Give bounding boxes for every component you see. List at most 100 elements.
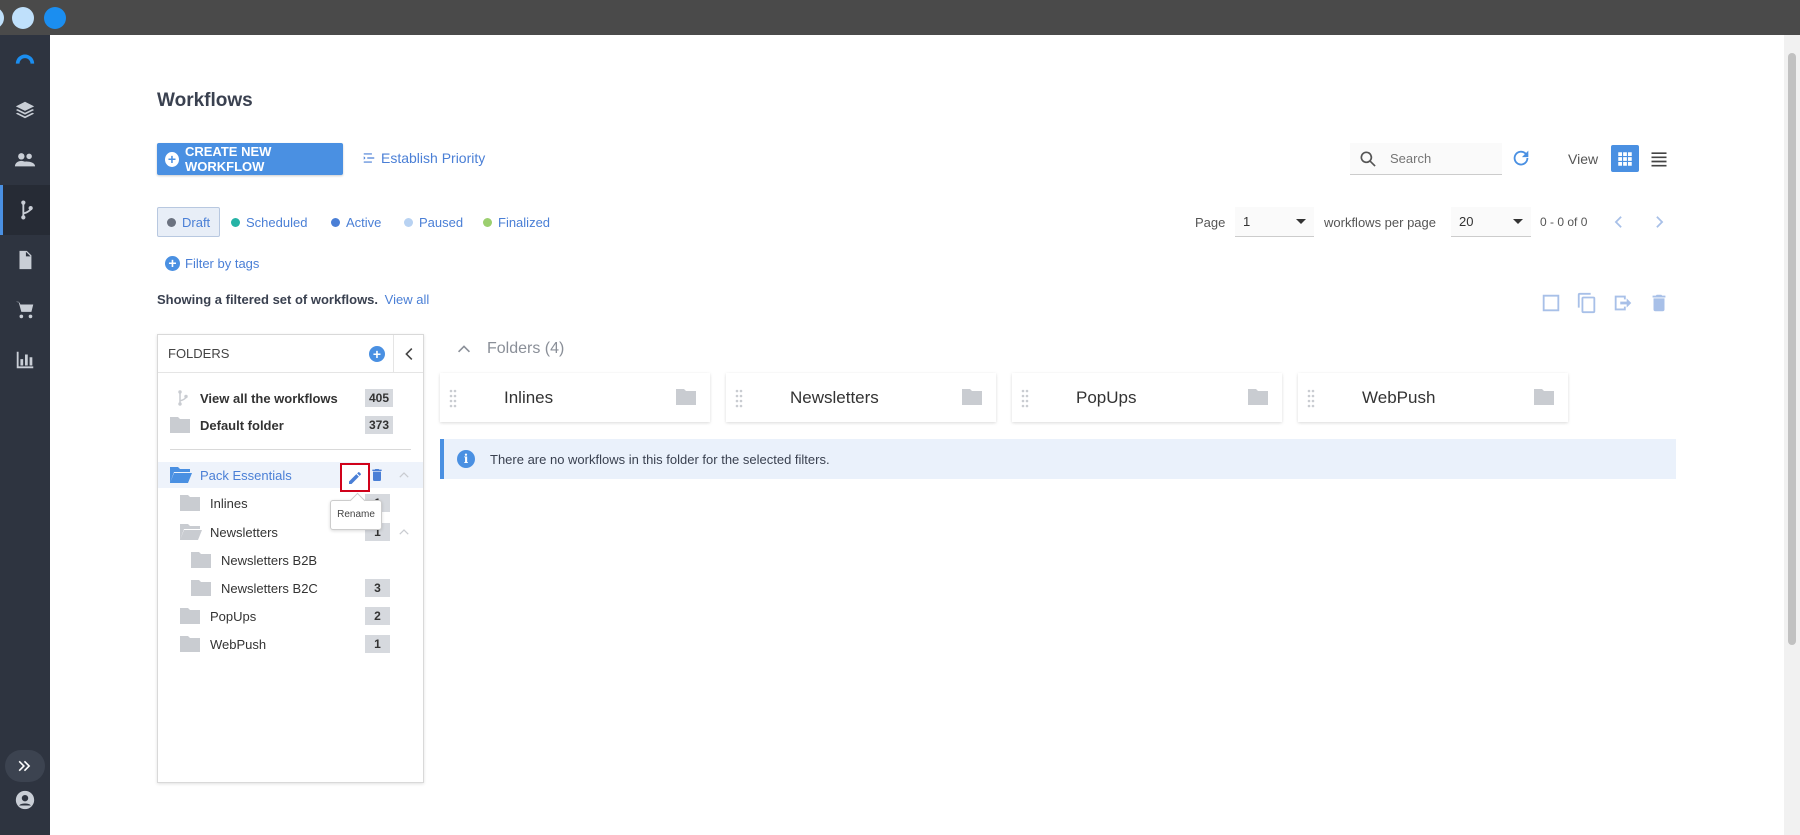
folder-icon: [189, 550, 213, 570]
folder-icon: [674, 387, 698, 412]
folder-icon: [178, 493, 202, 513]
folders-section-toggle[interactable]: Folders (4): [455, 340, 564, 358]
view-label: View: [1568, 151, 1599, 167]
scrollbar-thumb[interactable]: [1788, 53, 1796, 645]
grid-view-button[interactable]: [1611, 145, 1639, 172]
drag-handle-icon[interactable]: [1020, 388, 1030, 413]
info-icon: i: [457, 450, 475, 468]
status-dot: [331, 217, 340, 227]
establish-priority-label: Establish Priority: [381, 150, 486, 166]
folder-card-name: Inlines: [504, 388, 554, 407]
delete-selected-button[interactable]: [1648, 292, 1670, 319]
folder-card[interactable]: Newsletters: [726, 373, 996, 422]
next-page-button[interactable]: [1650, 212, 1670, 232]
folder-label: WebPush: [210, 636, 267, 652]
page-label: Page: [1195, 214, 1226, 230]
status-filter-scheduled[interactable]: Scheduled: [222, 207, 316, 237]
copy-icon: [1577, 292, 1596, 314]
page-scrollbar[interactable]: [1784, 35, 1800, 835]
folder-card-name: PopUps: [1076, 388, 1137, 407]
rename-tooltip: Rename: [330, 500, 382, 530]
per-page-select[interactable]: 20: [1451, 207, 1531, 237]
caret-down-icon: [1296, 219, 1306, 224]
plus-icon: +: [165, 151, 179, 167]
view-all-link[interactable]: View all: [385, 292, 430, 307]
status-filter-label: Scheduled: [246, 214, 308, 230]
people-icon[interactable]: [0, 135, 50, 185]
account-icon[interactable]: [0, 775, 50, 825]
folder-card[interactable]: Inlines: [440, 373, 710, 422]
drag-handle-icon[interactable]: [734, 388, 744, 413]
folder-label: PopUps: [210, 608, 257, 624]
page-select[interactable]: 1: [1235, 207, 1314, 237]
status-dot: [483, 217, 492, 227]
status-filter-label: Finalized: [498, 214, 551, 230]
folder-item-view-all[interactable]: View all the workflows 405: [158, 385, 423, 411]
chevron-left-icon: [1614, 216, 1622, 228]
folder-label: Newsletters: [210, 524, 278, 540]
search-input[interactable]: [1390, 151, 1490, 166]
establish-priority-button[interactable]: Establish Priority: [362, 150, 485, 166]
filtered-note-text: Showing a filtered set of workflows.: [157, 292, 379, 307]
folder-card[interactable]: WebPush: [1298, 373, 1568, 422]
chevron-up-icon[interactable]: [397, 468, 411, 485]
chevron-up-icon[interactable]: [397, 525, 411, 542]
pencil-icon: [349, 471, 361, 484]
add-folder-button[interactable]: +: [369, 346, 385, 362]
folder-open-icon: [178, 522, 202, 542]
status-filter-label: Paused: [419, 214, 464, 230]
folder-card[interactable]: PopUps: [1012, 373, 1282, 422]
refresh-button[interactable]: [1510, 147, 1532, 169]
folder-count-badge: 3: [365, 579, 390, 597]
filter-by-tags-label: Filter by tags: [185, 256, 260, 271]
folder-item-default[interactable]: Default folder 373: [158, 412, 423, 438]
folder-item-newsletters-b2c[interactable]: Newsletters B2C 3: [158, 575, 423, 601]
filter-by-tags-button[interactable]: + Filter by tags: [165, 256, 259, 271]
folder-icon: [189, 578, 213, 598]
folder-item-webpush[interactable]: WebPush 1: [158, 631, 423, 657]
duplicate-button[interactable]: [1576, 292, 1598, 319]
folder-item-inlines[interactable]: Inlines 1: [158, 490, 423, 516]
folder-icon: [168, 415, 192, 435]
folder-count-badge: 405: [365, 389, 394, 407]
folder-label: View all the workflows: [200, 390, 338, 406]
previous-page-button[interactable]: [1608, 212, 1628, 232]
page-select-value: 1: [1243, 214, 1251, 229]
chart-icon[interactable]: [0, 335, 50, 385]
move-out-icon: [1614, 295, 1632, 311]
document-icon[interactable]: [0, 235, 50, 285]
folder-item-popups[interactable]: PopUps 2: [158, 603, 423, 629]
double-chevron-right-icon: [18, 760, 31, 772]
trash-icon: [1652, 294, 1666, 312]
move-button[interactable]: [1612, 292, 1634, 319]
status-filter-active[interactable]: Active: [322, 207, 390, 237]
list-view-button[interactable]: [1645, 145, 1673, 172]
rename-folder-button[interactable]: [340, 463, 370, 492]
status-filter-label: Draft: [182, 214, 211, 230]
status-filter-draft[interactable]: Draft: [157, 207, 221, 237]
collapse-panel-button[interactable]: [393, 335, 423, 373]
drag-handle-icon[interactable]: [1306, 388, 1316, 413]
status-filter-finalized[interactable]: Finalized: [474, 207, 559, 237]
list-icon: [1651, 151, 1667, 166]
cart-icon[interactable]: [0, 285, 50, 335]
logo-icon[interactable]: [0, 35, 50, 85]
create-workflow-button[interactable]: + CREATE NEW WORKFLOW: [157, 143, 343, 175]
folder-icon: [178, 634, 202, 654]
folder-item-newsletters-b2b[interactable]: Newsletters B2B: [158, 547, 423, 573]
trash-icon: [372, 469, 382, 481]
top-bar: [0, 0, 1800, 35]
drag-handle-icon[interactable]: [448, 388, 458, 413]
status-filter-paused[interactable]: Paused: [395, 207, 472, 237]
delete-folder-button[interactable]: [369, 467, 385, 488]
folders-panel-title: FOLDERS: [168, 346, 230, 361]
folder-open-icon: [168, 465, 192, 485]
per-page-label: workflows per page: [1324, 214, 1436, 230]
info-message-text: There are no workflows in this folder fo…: [490, 451, 830, 467]
folder-icon: [178, 606, 202, 626]
layers-icon[interactable]: [0, 85, 50, 135]
workflows-icon[interactable]: [0, 185, 50, 235]
folders-section-heading: Folders (4): [487, 340, 565, 357]
folder-item-newsletters[interactable]: Newsletters 1: [158, 519, 423, 545]
select-all-checkbox[interactable]: [1540, 292, 1562, 319]
